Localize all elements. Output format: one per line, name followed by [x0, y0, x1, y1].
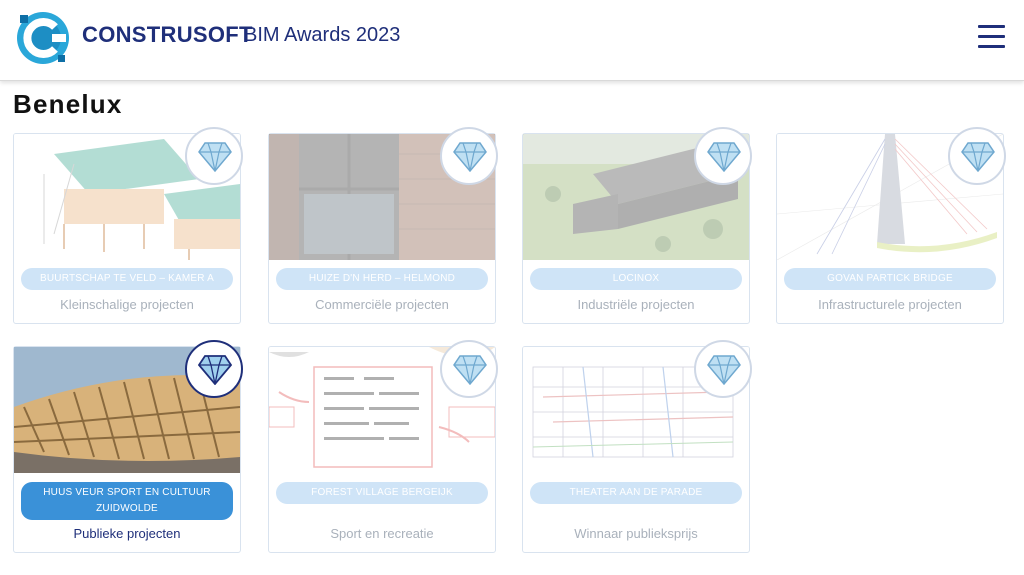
project-category: Winnaar publieksprijs	[574, 526, 698, 541]
diamond-icon	[198, 355, 232, 385]
project-category: Commerciële projecten	[315, 297, 449, 312]
construsoft-logo-icon[interactable]	[14, 9, 72, 67]
diamond-badge	[694, 127, 752, 185]
project-name-pill[interactable]: HUIZE D'N HERD – HELMOND	[276, 268, 488, 290]
diamond-badge	[185, 340, 243, 398]
project-category: Industriële projecten	[577, 297, 695, 312]
brand-name[interactable]: CONSTRUSOFT	[82, 22, 253, 48]
project-card-publieksprijs[interactable]: THEATER AAN DE PARADE Winnaar publiekspr…	[522, 340, 752, 553]
project-name-pill[interactable]: BUURTSCHAP TE VELD – KAMER A	[21, 268, 233, 290]
project-name-pill[interactable]: LOCINOX	[530, 268, 742, 290]
diamond-badge	[440, 340, 498, 398]
diamond-icon	[961, 142, 995, 172]
project-name-pill[interactable]: GOVAN PARTICK BRIDGE	[784, 268, 996, 290]
project-card-sport[interactable]: FOREST VILLAGE BERGEIJK Sport en recreat…	[268, 340, 498, 553]
hamburger-menu-icon[interactable]	[978, 25, 1005, 50]
project-category: Sport en recreatie	[330, 526, 434, 541]
diamond-icon	[707, 355, 741, 385]
project-card-infrastructureel[interactable]: GOVAN PARTICK BRIDGE Infrastructurele pr…	[776, 127, 1006, 324]
project-category: Kleinschalige projecten	[60, 297, 194, 312]
diamond-badge	[694, 340, 752, 398]
site-header: CONSTRUSOFT BIM Awards 2023	[0, 0, 1024, 81]
diamond-icon	[453, 355, 487, 385]
project-name-pill[interactable]: FOREST VILLAGE BERGEIJK	[276, 482, 488, 504]
diamond-badge	[185, 127, 243, 185]
project-name-pill[interactable]: HUUS VEUR SPORT EN CULTUUR ZUIDWOLDE	[21, 482, 233, 520]
region-title: Benelux	[13, 89, 123, 119]
project-card-industrieel[interactable]: LOCINOX Industriële projecten	[522, 127, 752, 324]
project-category: Infrastructurele projecten	[818, 297, 962, 312]
diamond-icon	[707, 142, 741, 172]
project-name-pill[interactable]: THEATER AAN DE PARADE	[530, 482, 742, 504]
diamond-icon	[198, 142, 232, 172]
diamond-badge	[440, 127, 498, 185]
project-card-kleinschalige[interactable]: BUURTSCHAP TE VELD – KAMER A Kleinschali…	[13, 127, 243, 324]
project-card-commercieel[interactable]: HUIZE D'N HERD – HELMOND Commerciële pro…	[268, 127, 498, 324]
event-title: BIM Awards 2023	[244, 24, 401, 46]
project-card-publiek[interactable]: HUUS VEUR SPORT EN CULTUUR ZUIDWOLDE Pub…	[13, 340, 243, 553]
diamond-icon	[453, 142, 487, 172]
project-category: Publieke projecten	[73, 526, 181, 541]
diamond-badge	[948, 127, 1006, 185]
